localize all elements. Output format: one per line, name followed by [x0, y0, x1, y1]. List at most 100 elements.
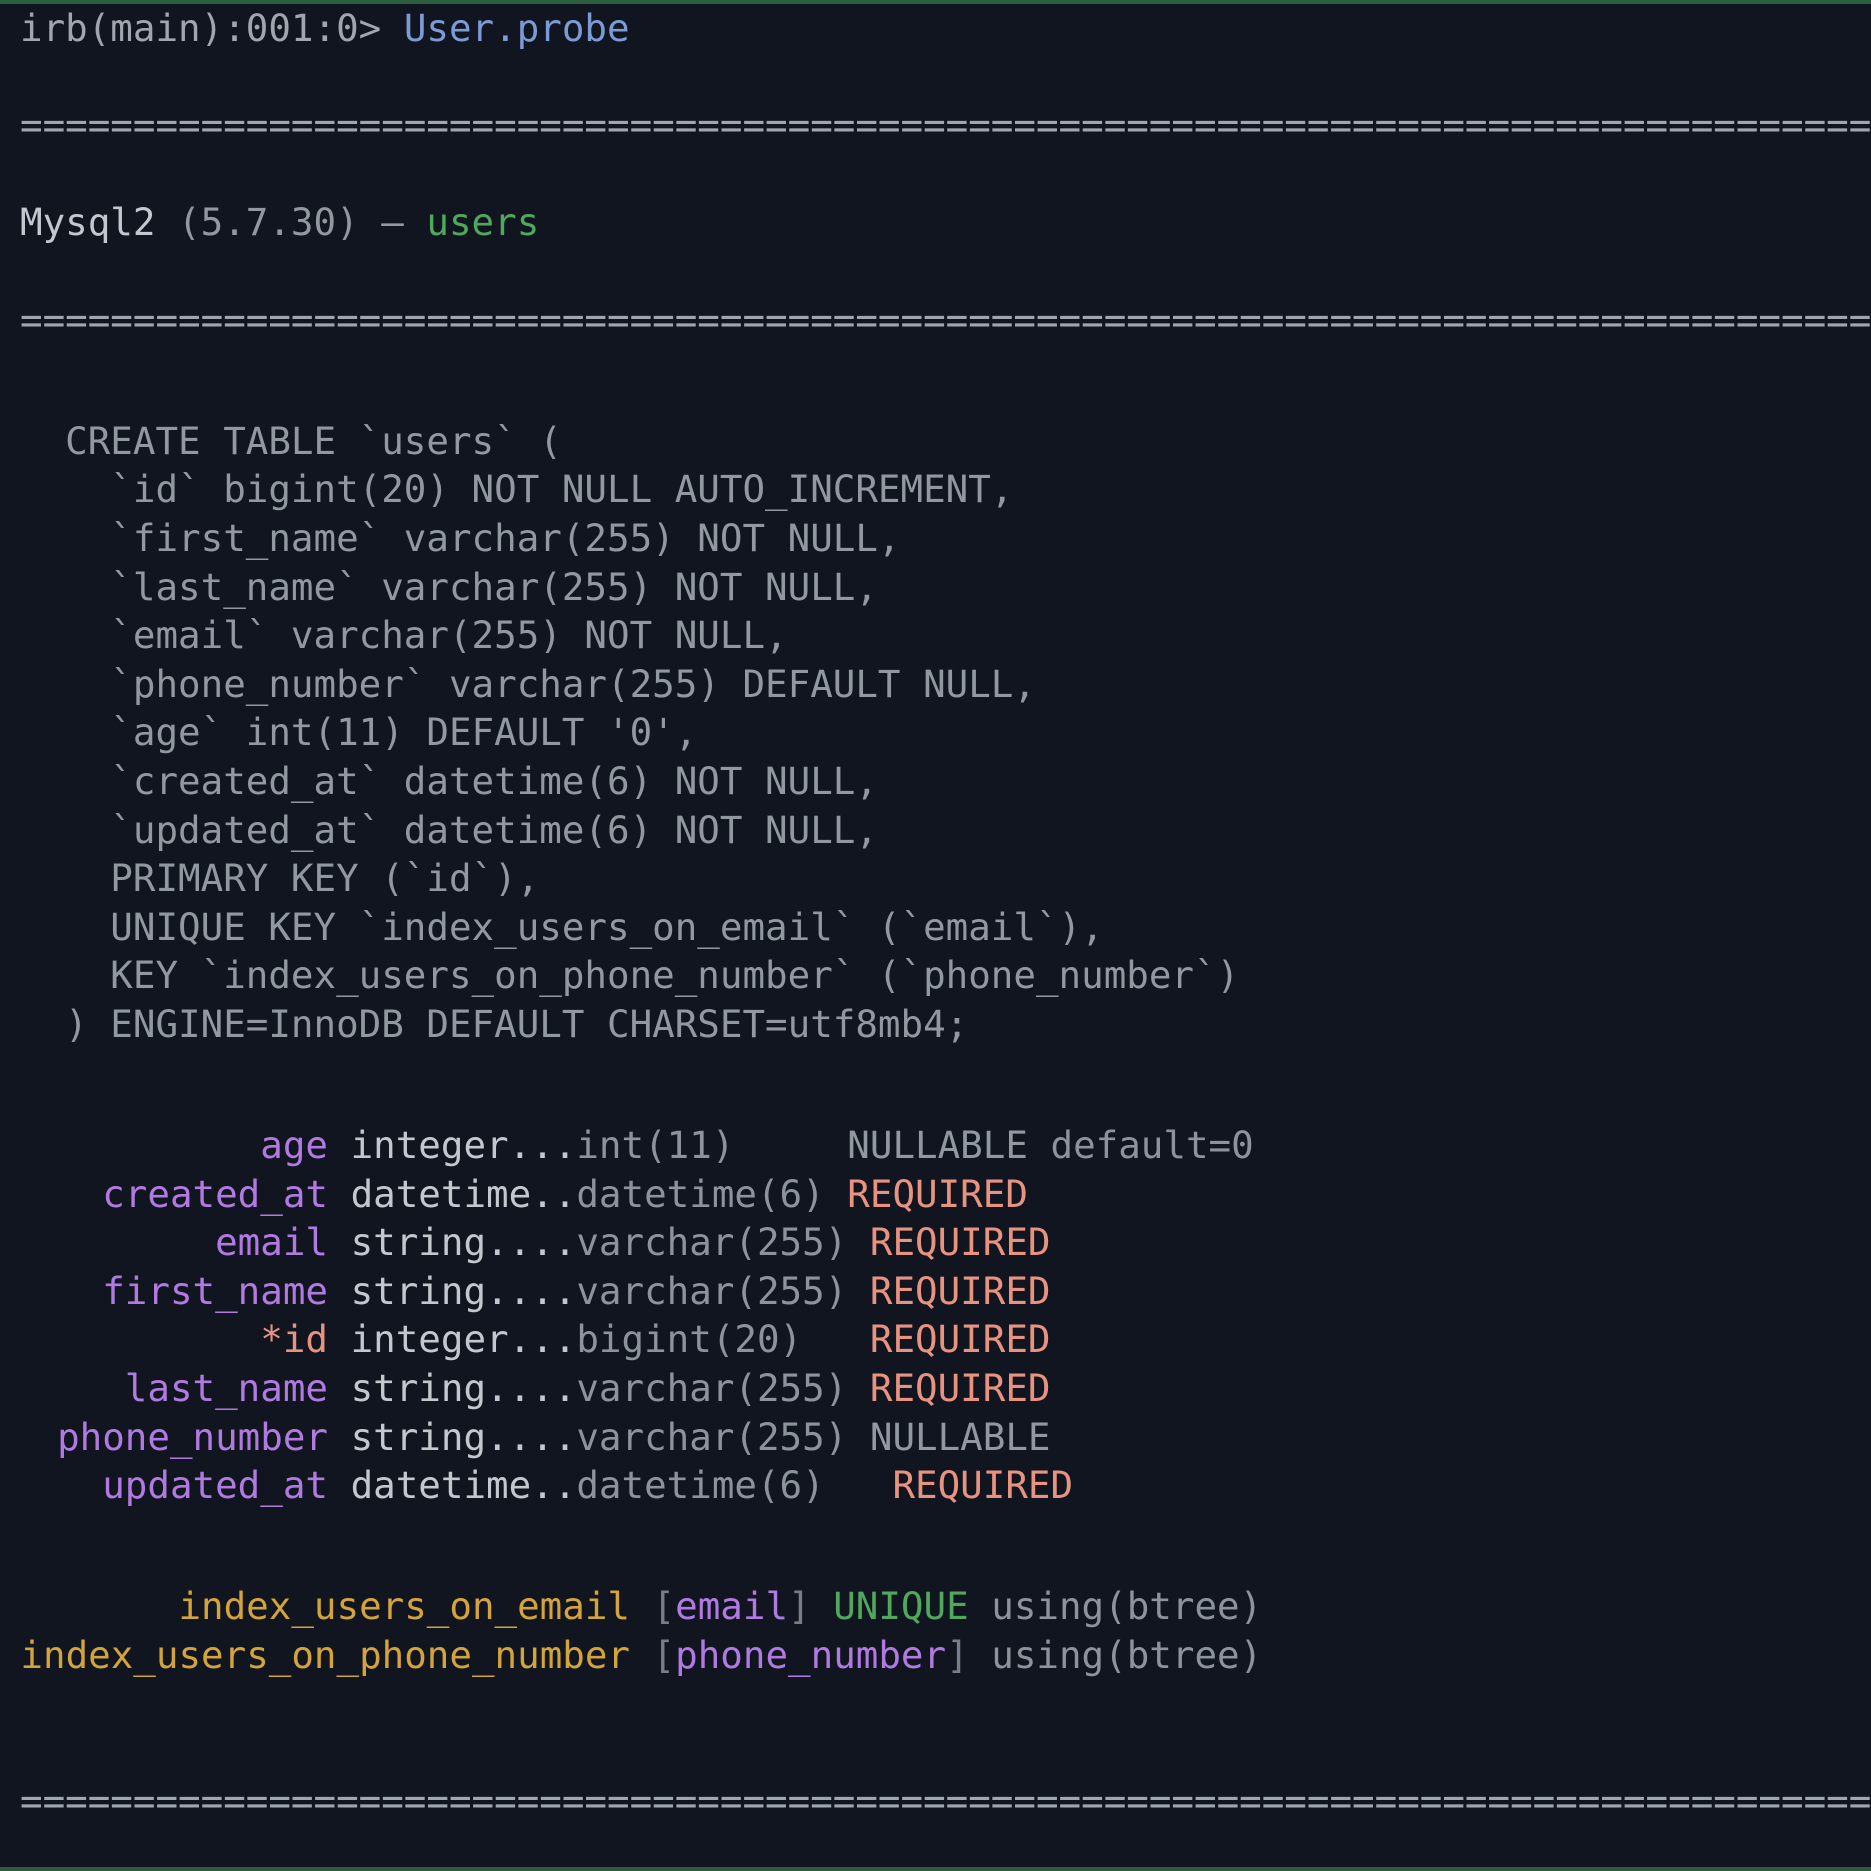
column-nullability: NULLABLE	[869, 1414, 1051, 1459]
column-sql-type: datetime(6)	[576, 1171, 825, 1216]
column-name: last_name	[124, 1366, 328, 1411]
create-table-line: `first_name` varchar(255) NOT NULL,	[20, 515, 901, 560]
create-table-line: KEY `index_users_on_phone_number` (`phon…	[20, 953, 1240, 998]
column-sql-type: varchar(255)	[576, 1366, 848, 1411]
column-ruby-type: string....	[350, 1366, 577, 1411]
index-columns: phone_number	[675, 1633, 947, 1677]
column-gap	[328, 1317, 351, 1361]
column-sql-type: bigint(20)	[576, 1317, 803, 1362]
create-table-line: `phone_number` varchar(255) DEFAULT NULL…	[20, 661, 1036, 706]
index-bracket-open: [	[652, 1584, 676, 1629]
column-gap	[825, 1172, 848, 1216]
prompt-command: User.probe	[403, 6, 630, 50]
create-table-line: CREATE TABLE `users` (	[20, 418, 562, 463]
index-using: using(btree)	[968, 1633, 1263, 1677]
index-bracket-close: ]	[788, 1584, 811, 1629]
create-table-line: `last_name` varchar(255) NOT NULL,	[20, 564, 878, 609]
column-gap	[328, 1269, 351, 1313]
column-name: email	[215, 1220, 328, 1265]
create-table-line: UNIQUE KEY `index_users_on_email` (`emai…	[20, 904, 1104, 949]
column-gap	[734, 1123, 847, 1167]
adapter-version: (5.7.30)	[178, 200, 359, 245]
column-ruby-type: string....	[350, 1414, 577, 1459]
column-gap	[825, 1463, 893, 1507]
column-sql-type: varchar(255)	[576, 1414, 848, 1459]
column-sql-type: varchar(255)	[576, 1220, 848, 1265]
column-name: age	[260, 1123, 328, 1168]
column-nullability: REQUIRED	[892, 1463, 1074, 1508]
column-ruby-type: datetime..	[350, 1463, 577, 1508]
column-default: default=0	[1027, 1123, 1254, 1168]
column-nullability: REQUIRED	[869, 1366, 1051, 1411]
column-row: *id integer...bigint(20) REQUIRED	[0, 1315, 1871, 1364]
index-gap	[630, 1584, 653, 1628]
column-row: age integer...int(11) NULLABLE default=0	[0, 1121, 1871, 1170]
column-ruby-type: integer...	[350, 1123, 577, 1168]
column-nullability: NULLABLE	[847, 1123, 1028, 1168]
column-row: last_name string....varchar(255) REQUIRE…	[0, 1364, 1871, 1413]
column-nullability: REQUIRED	[869, 1220, 1051, 1265]
column-gap	[328, 1463, 351, 1507]
column-row: email string....varchar(255) REQUIRED	[0, 1218, 1871, 1267]
index-columns: email	[675, 1584, 789, 1629]
index-gap	[630, 1633, 653, 1677]
separator-top: ========================================…	[20, 103, 1871, 148]
column-ruby-type: integer...	[350, 1317, 577, 1362]
column-gap	[328, 1123, 351, 1167]
column-name: created_at	[102, 1171, 328, 1216]
header-dash: —	[381, 200, 404, 245]
create-table-block: CREATE TABLE `users` ( `id` bigint(20) N…	[0, 417, 1871, 1049]
column-gap	[847, 1269, 870, 1313]
column-sql-type: int(11)	[576, 1123, 735, 1168]
create-table-line: `id` bigint(20) NOT NULL AUTO_INCREMENT,	[20, 467, 1014, 512]
index-row: index_users_on_phone_number [phone_numbe…	[0, 1631, 1871, 1680]
column-list: age integer...int(11) NULLABLE default=0…	[0, 1121, 1871, 1510]
create-table-line: `email` varchar(255) NOT NULL,	[20, 613, 788, 658]
create-table-line: `updated_at` datetime(6) NOT NULL,	[20, 807, 878, 852]
column-row: phone_number string....varchar(255) NULL…	[0, 1413, 1871, 1462]
create-table-line: ) ENGINE=InnoDB DEFAULT CHARSET=utf8mb4;	[20, 1001, 969, 1046]
column-gap	[328, 1366, 351, 1410]
column-gap	[847, 1415, 870, 1459]
index-list: index_users_on_email [email] UNIQUE usin…	[0, 1582, 1871, 1679]
column-ruby-type: datetime..	[350, 1171, 577, 1216]
table-name: users	[426, 200, 540, 245]
separator-header: ========================================…	[20, 297, 1871, 342]
index-row: index_users_on_email [email] UNIQUE usin…	[0, 1582, 1871, 1631]
column-sql-type: datetime(6)	[576, 1463, 825, 1508]
column-row: first_name string....varchar(255) REQUIR…	[0, 1267, 1871, 1316]
index-using: using(btree)	[968, 1584, 1263, 1629]
column-sql-type: varchar(255)	[576, 1268, 848, 1313]
column-gap	[328, 1415, 351, 1459]
adapter-name: Mysql2	[20, 200, 156, 245]
column-name: *id	[260, 1317, 328, 1362]
create-table-line: PRIMARY KEY (`id`),	[20, 856, 540, 901]
column-gap	[328, 1172, 351, 1216]
column-nullability: REQUIRED	[869, 1268, 1051, 1313]
column-name: phone_number	[57, 1414, 328, 1459]
column-gap	[847, 1366, 870, 1410]
create-table-line: `created_at` datetime(6) NOT NULL,	[20, 758, 878, 803]
index-name: index_users_on_phone_number	[20, 1633, 630, 1677]
header-line: Mysql2 (5.7.30) — users	[0, 198, 1871, 247]
column-ruby-type: string....	[350, 1268, 577, 1313]
column-row: created_at datetime..datetime(6) REQUIRE…	[0, 1170, 1871, 1219]
index-bracket-open: [	[652, 1633, 676, 1677]
terminal-window: irb(main):001:0> User.probe ============…	[0, 0, 1871, 1871]
column-ruby-type: string....	[350, 1220, 577, 1265]
column-gap	[847, 1220, 870, 1264]
column-gap	[328, 1220, 351, 1264]
column-nullability: REQUIRED	[847, 1171, 1028, 1216]
column-name: first_name	[102, 1268, 328, 1313]
index-bracket-close: ]	[946, 1633, 969, 1677]
